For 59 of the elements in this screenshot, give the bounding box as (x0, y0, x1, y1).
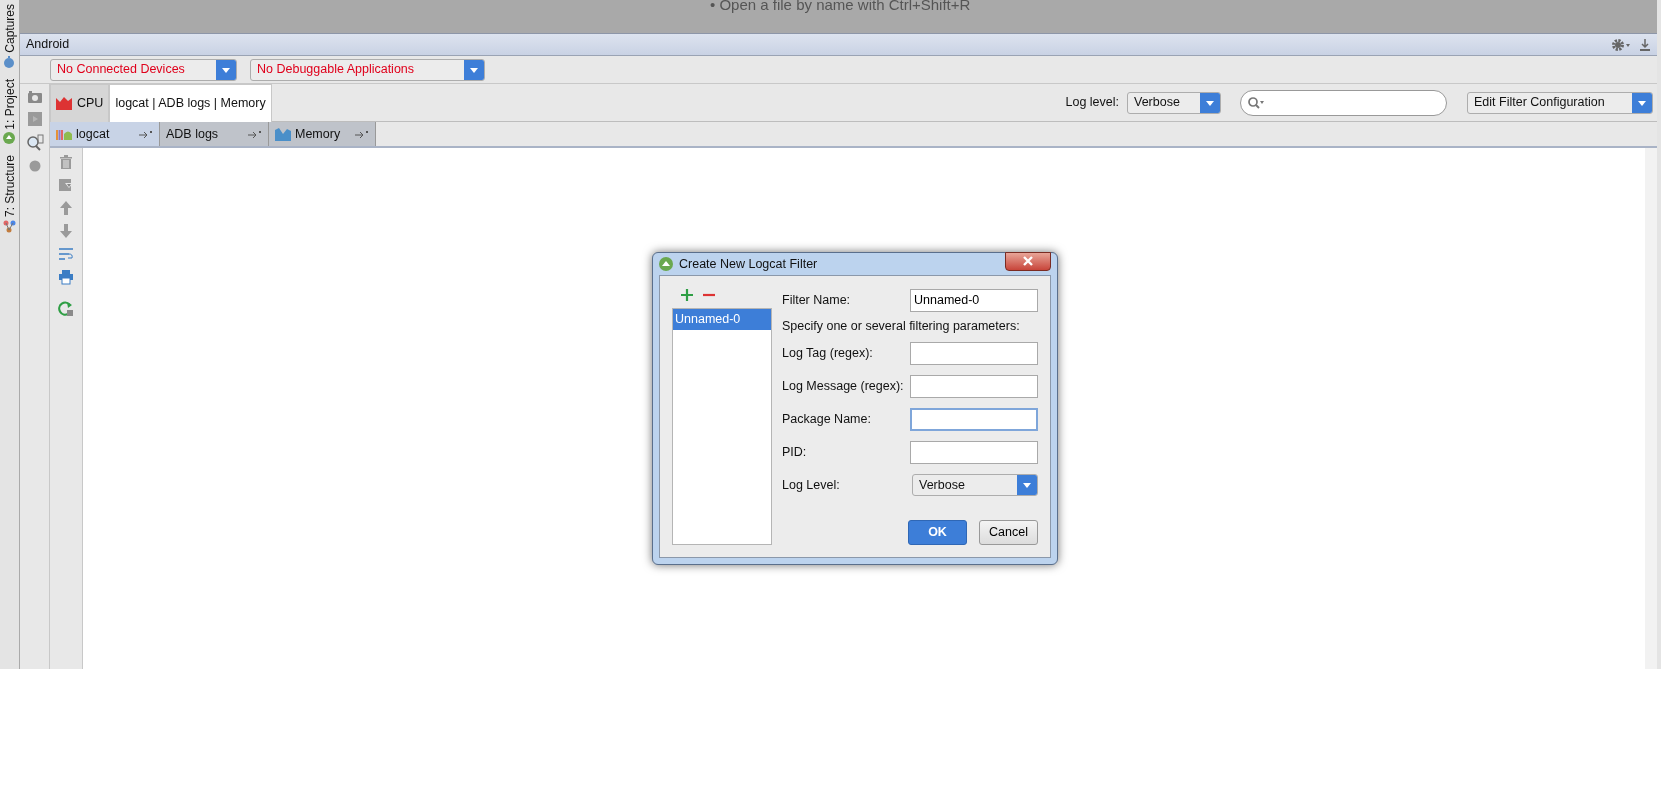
logcat-icon (56, 128, 72, 140)
stop-square-icon[interactable] (27, 112, 42, 126)
text-field[interactable] (910, 407, 1038, 431)
app-dropdown[interactable]: No Debuggable Applications (250, 58, 485, 81)
pin-icon[interactable] (355, 130, 369, 138)
instruction-text: Specify one or several filtering parameters: (782, 318, 1021, 336)
monitor-tab[interactable]: CPU (50, 83, 110, 122)
text-field[interactable] (910, 374, 1038, 398)
search-field[interactable] (1240, 89, 1447, 116)
close-icon (1023, 256, 1033, 267)
tab-label: logcat (76, 125, 110, 143)
settings-icon[interactable] (1611, 37, 1631, 52)
pin-icon[interactable] (139, 130, 153, 138)
cancel-button[interactable]: Cancel (979, 520, 1038, 545)
field-label: Log Message (regex): (782, 377, 904, 395)
field-label: Log Tag (regex): (782, 344, 873, 362)
log-level-dropdown[interactable]: Verbose (912, 474, 1038, 496)
hierarchy-icon (3, 220, 16, 234)
add-icon[interactable] (680, 288, 694, 303)
field-label: Log Level: (782, 476, 840, 494)
log-level-dropdown[interactable]: Verbose (1127, 91, 1221, 114)
content-tab[interactable]: logcat (50, 122, 160, 146)
print-icon[interactable] (58, 269, 74, 285)
tab-label: ADB logs (166, 125, 219, 143)
restart-icon[interactable] (58, 300, 74, 316)
chart-icon (275, 127, 291, 141)
filter-list-item[interactable]: Unnamed-0 (673, 309, 771, 330)
chart-icon (56, 96, 72, 110)
field-label: PID: (782, 443, 807, 461)
record-icon[interactable] (28, 160, 41, 172)
text-field[interactable] (910, 440, 1038, 464)
text-field[interactable] (910, 341, 1038, 365)
field-label: Package Name: (782, 410, 871, 428)
monitor-tab[interactable]: logcat | ADB logs | Memory (109, 83, 272, 122)
tool-window-tab[interactable]: 1: Project (0, 78, 19, 130)
dialog-title: Create New Logcat Filter (679, 255, 818, 273)
download-icon[interactable] (1639, 37, 1651, 52)
ok-button[interactable]: OK (908, 520, 967, 545)
log-level-label: Log level: (1065, 94, 1119, 112)
tab-label: Memory (295, 125, 341, 143)
tool-window-tab[interactable]: Captures (0, 4, 19, 53)
up-arrow-icon[interactable] (58, 200, 74, 216)
device-dropdown[interactable]: No Connected Devices (50, 58, 237, 81)
camera-icon[interactable] (26, 90, 43, 104)
text-field[interactable]: Unnamed-0 (910, 288, 1038, 312)
trash-icon[interactable] (58, 154, 74, 170)
field-label: Filter Name: (782, 291, 851, 309)
content-tab[interactable]: ADB logs (160, 122, 269, 146)
panel-title: Android (26, 36, 70, 54)
search-device-icon[interactable] (25, 134, 44, 152)
search-icon (1247, 95, 1265, 110)
content-tab[interactable]: Memory (269, 122, 376, 146)
scroll-to-end-icon[interactable] (58, 177, 74, 193)
wrap-lines-icon[interactable] (58, 246, 74, 262)
tool-window-tab[interactable]: 7: Structure (0, 155, 19, 218)
pin-icon[interactable] (248, 130, 262, 138)
stopwatch-icon (3, 55, 16, 69)
down-arrow-icon[interactable] (58, 223, 74, 239)
filter-configuration-dropdown[interactable]: Edit Filter Configuration (1467, 91, 1653, 114)
